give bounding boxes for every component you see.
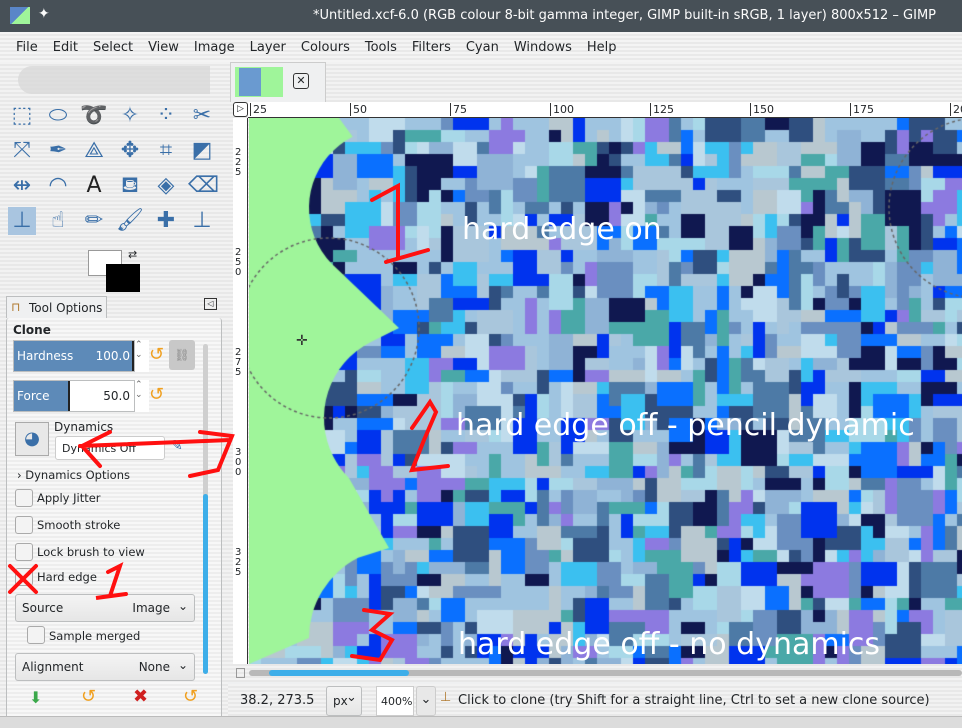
annotation-x [8, 564, 38, 594]
pointer-coords: 38.2, 273.5 [240, 693, 315, 708]
clone-tool-icon: ⊥ [440, 690, 452, 705]
navigate-icon[interactable] [236, 668, 245, 678]
status-message: Click to clone (try Shift for a straight… [458, 693, 930, 708]
annotation-2-mid [408, 398, 450, 473]
zoom-dropdown[interactable]: ⌄ [416, 686, 436, 716]
annotation-1-top [370, 182, 430, 264]
unit-chevron-icon[interactable]: ⌄ [346, 690, 357, 705]
horizontal-scrollbar[interactable] [249, 670, 962, 676]
annotation-1-left [95, 562, 128, 600]
annotation-3 [350, 608, 395, 663]
annotation-2-left [78, 430, 235, 478]
clone-cursor-icon: ✛ [296, 333, 308, 349]
bottom-border [0, 716, 962, 728]
red-annotations [8, 182, 450, 663]
status-bar: 38.2, 273.5 px ⌄ 400% ⌄ ⊥ Click to clone… [228, 684, 962, 716]
zoom-field[interactable]: 400% [376, 686, 414, 716]
